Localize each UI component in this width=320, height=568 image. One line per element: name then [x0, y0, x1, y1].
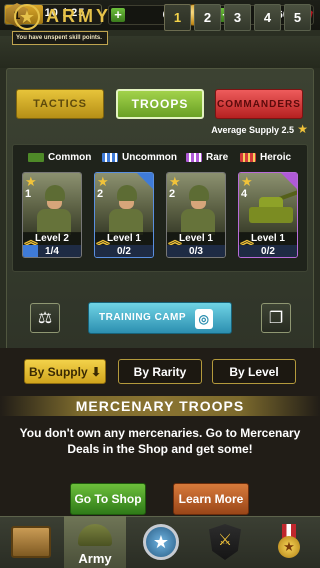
troop-card[interactable]: ★ 2 Level 1 ︽ 0/2 [94, 172, 154, 258]
supply-star-icon: ★ [241, 174, 253, 189]
legend-uncommon-label: Uncommon [122, 151, 177, 163]
legend-heroic: Heroic [240, 151, 291, 163]
average-supply: Average Supply 2.5 [211, 125, 294, 135]
tank-icon [249, 207, 293, 223]
deck-tab-3[interactable]: 3 [224, 4, 251, 31]
commanders-tab[interactable]: COMMANDERS [215, 89, 303, 119]
balance-scale-icon: ⚖ [37, 310, 53, 327]
sort-by-supply-button[interactable]: By Supply ⬇ [24, 359, 106, 384]
card-count-fill [23, 245, 38, 257]
mercenary-empty-message: You don't own any mercenaries. Go to Mer… [19, 426, 301, 456]
soldier-helmet [117, 185, 137, 201]
soldier-helmet [45, 185, 65, 201]
deck-tab-2[interactable]: 2 [194, 4, 221, 31]
card-count-text: 0/2 [261, 246, 275, 257]
skill-points-tooltip: You have unspent skill points. [12, 31, 108, 45]
rare-swatch [186, 152, 202, 162]
troop-card-count: 0/2 [95, 245, 153, 257]
sort-by-level-button[interactable]: By Level [212, 359, 296, 384]
troop-card-count: 1/4 [23, 245, 81, 257]
supply-cost: 4 [241, 188, 248, 200]
medal-disc: ★ [278, 536, 300, 558]
deck-tab-5[interactable]: 5 [284, 4, 311, 31]
common-swatch [28, 152, 44, 162]
shield-icon: ⚔ [209, 524, 241, 560]
sort-by-rarity-button[interactable]: By Rarity [118, 359, 202, 384]
supply-star-icon: ★ [297, 122, 308, 136]
deck-manage-button[interactable]: ❐ [261, 303, 291, 333]
deck-tab-4[interactable]: 4 [254, 4, 281, 31]
card-count-text: 0/3 [189, 246, 203, 257]
legend-heroic-label: Heroic [260, 151, 292, 163]
legend-rare-label: Rare [206, 151, 229, 163]
deck-tab-1[interactable]: 1 [164, 4, 191, 31]
nav-shop[interactable] [0, 516, 62, 568]
supply-star-icon: ★ [169, 174, 181, 189]
supply-cost: 2 [169, 188, 176, 200]
legend-rare: Rare [186, 151, 228, 163]
card-count-text: 1/4 [45, 246, 59, 257]
nav-ranking[interactable]: ★ [258, 516, 320, 568]
mercenary-troops-title: MERCENARY TROOPS [0, 396, 320, 416]
army-star-icon: ★ [14, 4, 40, 30]
supply-cost: 1 [25, 188, 32, 200]
training-camp-label: TRAINING CAMP [99, 312, 187, 323]
troop-card[interactable]: ★ 4 Level 1 ︽ 0/2 [238, 172, 298, 258]
crate-icon [11, 526, 51, 558]
training-target-icon: ◎ [195, 309, 213, 329]
medal-icon: ★ [276, 524, 302, 560]
troop-card-count: 0/2 [239, 245, 297, 257]
troop-card-count: 0/3 [167, 245, 225, 257]
uncommon-swatch [102, 152, 118, 162]
soldier-helmet [189, 185, 209, 201]
legend-uncommon: Uncommon [102, 151, 177, 163]
nav-battle[interactable]: ★ [130, 516, 192, 568]
training-camp-button[interactable]: TRAINING CAMP ◎ [88, 302, 232, 334]
nav-army-label: Army [78, 551, 112, 566]
deck-icon: ❐ [268, 310, 284, 327]
heroic-swatch [240, 152, 256, 162]
battle-globe-icon: ★ [143, 524, 179, 560]
nav-army[interactable]: Army [64, 516, 126, 568]
balance-button[interactable]: ⚖ [30, 303, 60, 333]
add-coins-button[interactable]: + [111, 8, 125, 22]
supply-cost: 2 [97, 188, 104, 200]
card-count-text: 0/2 [117, 246, 131, 257]
legend-common: Common [28, 151, 91, 163]
coins-counter[interactable]: + 610 [108, 4, 206, 26]
legend-common-label: Common [48, 151, 92, 163]
go-to-shop-button[interactable]: Go To Shop [70, 483, 146, 515]
learn-more-button[interactable]: Learn More [173, 483, 249, 515]
supply-star-icon: ★ [25, 174, 37, 189]
troop-card[interactable]: ★ 1 Level 2 ︽ 1/4 [22, 172, 82, 258]
tactics-tab[interactable]: TACTICS [16, 89, 104, 119]
supply-star-icon: ★ [97, 174, 109, 189]
nav-clan[interactable]: ⚔ [194, 516, 256, 568]
helmet-icon [78, 524, 112, 546]
troop-card[interactable]: ★ 2 Level 1 ︽ 0/3 [166, 172, 226, 258]
page-title: ARMY [46, 6, 111, 26]
troops-tab[interactable]: TROOPS [116, 89, 204, 119]
